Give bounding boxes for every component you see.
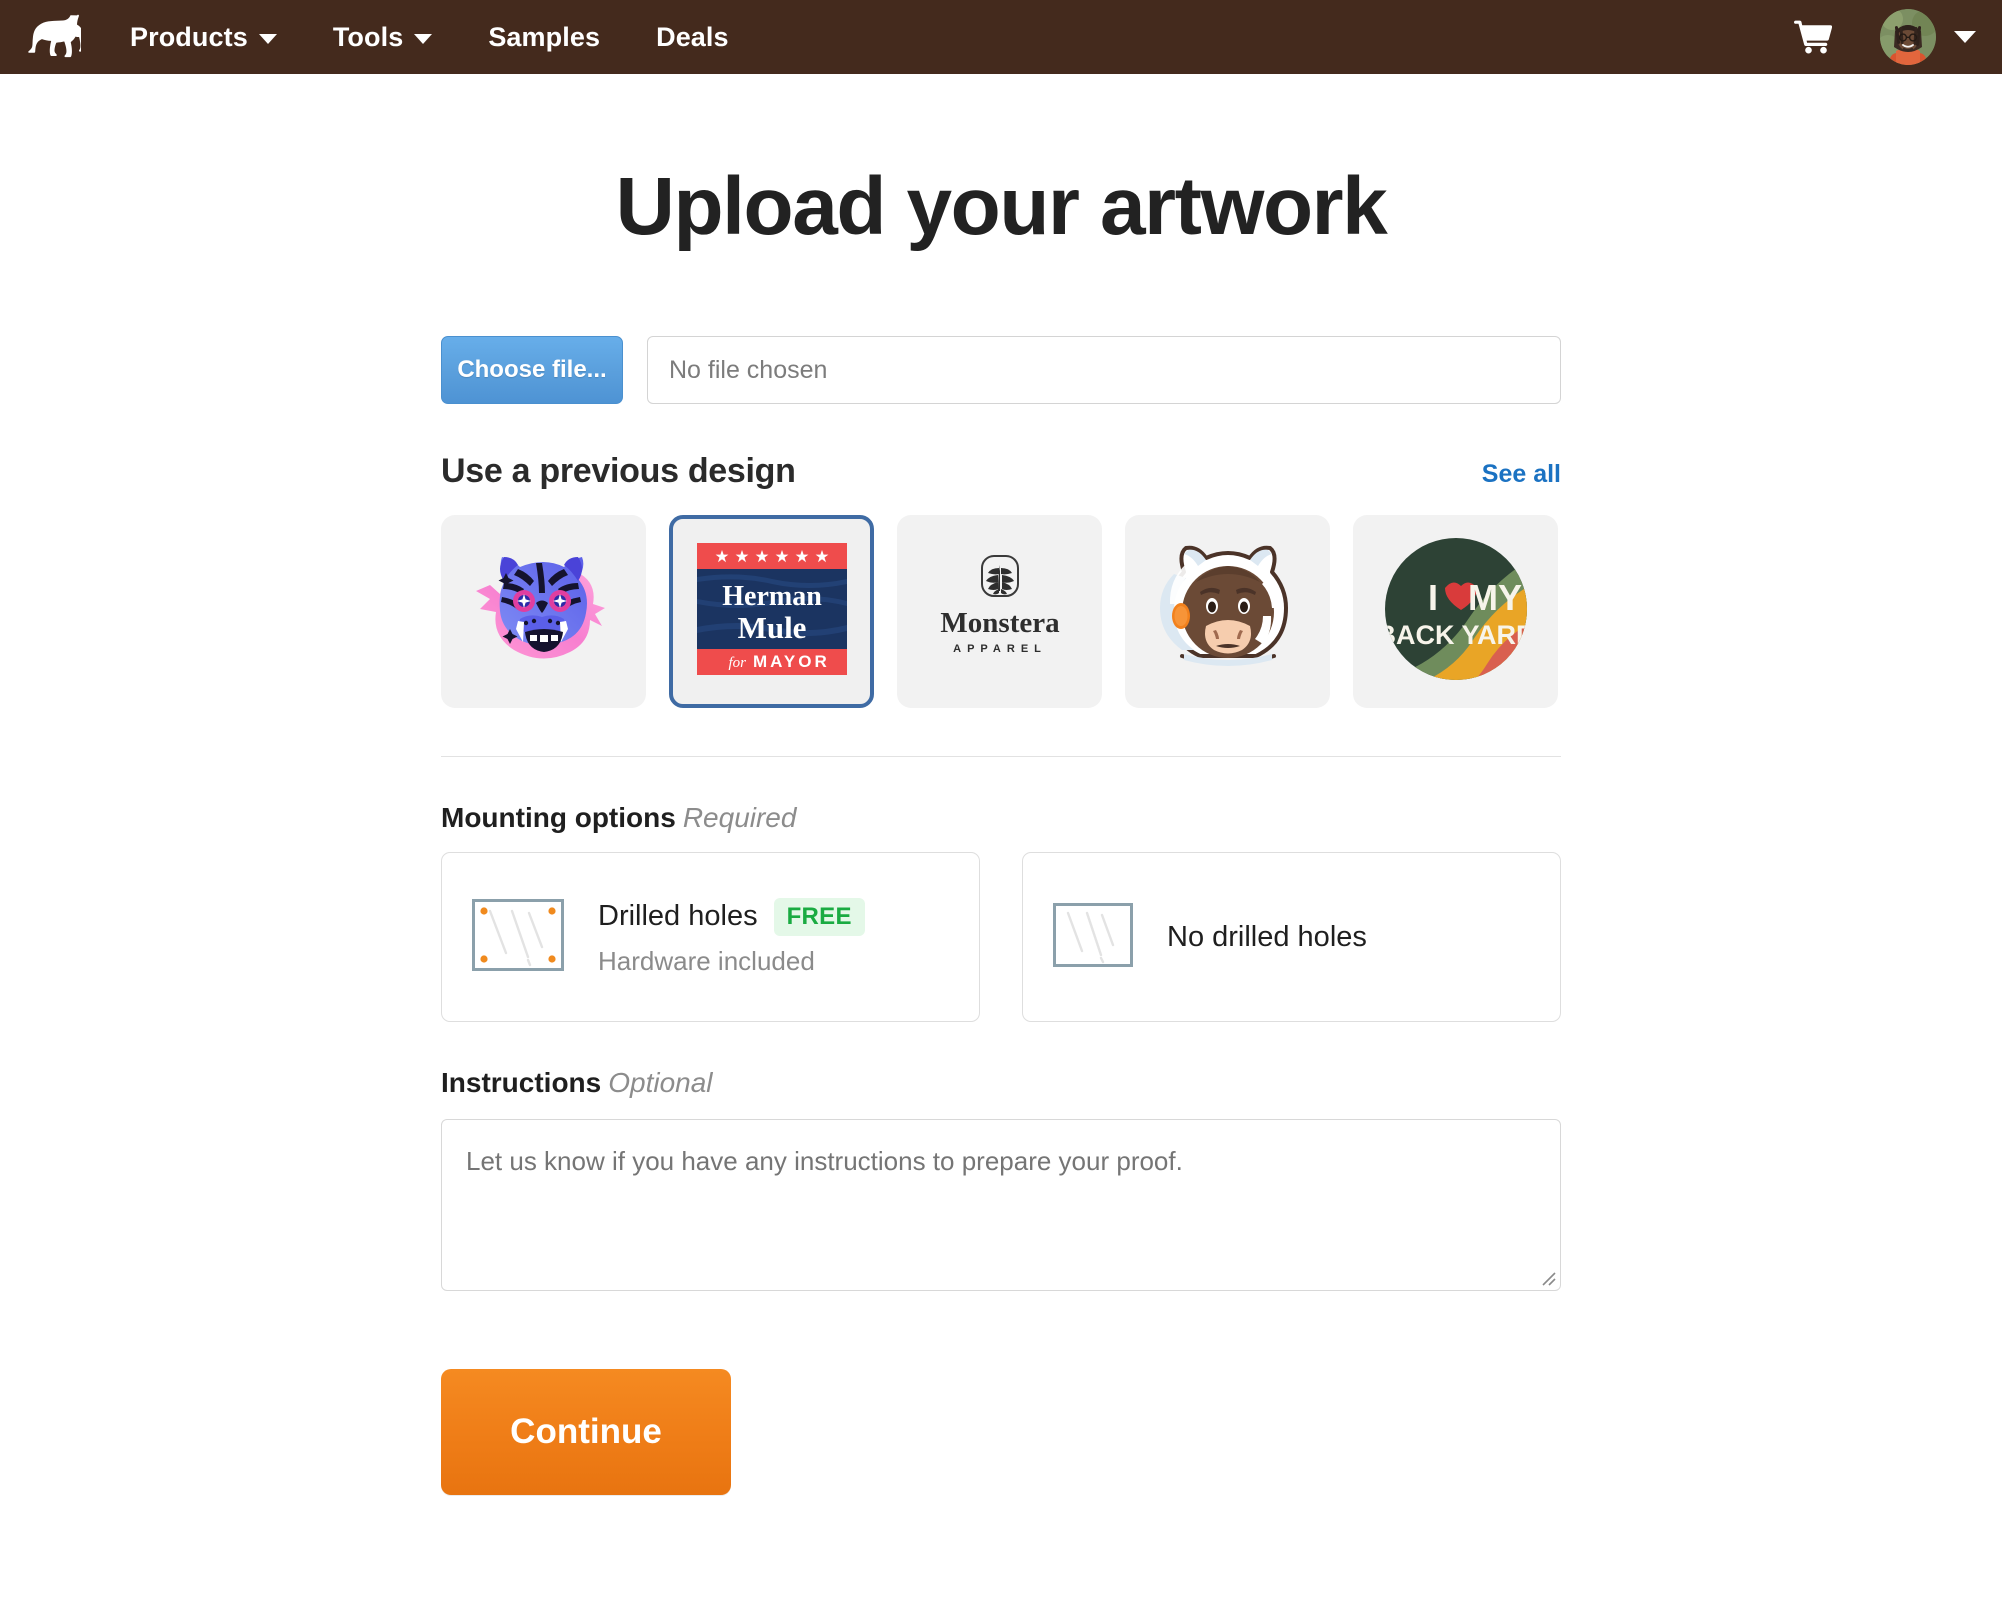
instructions-label-text: Instructions bbox=[441, 1067, 602, 1098]
herman-mule-line2: Mule bbox=[737, 610, 806, 645]
chevron-down-icon bbox=[414, 34, 433, 44]
i-love-my-backyard-sticker-icon: I MY BACK YARD bbox=[1383, 536, 1529, 687]
herman-mule-sign-icon: Herman Mule for MAYOR bbox=[696, 543, 847, 680]
instructions-input[interactable] bbox=[441, 1119, 1561, 1291]
upload-form: Choose file... No file chosen Use a prev… bbox=[441, 248, 1561, 1495]
previous-designs-list: Herman Mule for MAYOR Monstera APPAREL I… bbox=[441, 515, 1561, 708]
monstera-wordmark: Monstera bbox=[940, 607, 1060, 639]
nav-item-tools[interactable]: Tools bbox=[305, 22, 461, 53]
page-title: Upload your artwork bbox=[615, 161, 1388, 252]
backyard-line1: I bbox=[1427, 577, 1437, 618]
page-body: Upload your artwork Choose file... No fi… bbox=[0, 166, 2002, 1495]
sign-with-drilled-holes-icon bbox=[472, 898, 564, 976]
nav-item-tools-label: Tools bbox=[332, 21, 404, 52]
choose-file-button[interactable]: Choose file... bbox=[441, 336, 623, 404]
instructions-label: Instructions Optional bbox=[441, 1067, 1561, 1099]
instructions-requirement: Optional bbox=[608, 1067, 713, 1098]
drilled-holes-title-line: Drilled holes FREE bbox=[598, 897, 865, 936]
mounting-options-requirement: Required bbox=[682, 802, 797, 833]
free-badge: FREE bbox=[773, 897, 865, 936]
horse-logo-icon bbox=[25, 12, 87, 63]
nav-right-cluster bbox=[1794, 9, 1976, 65]
nav-item-products[interactable]: Products bbox=[102, 22, 305, 53]
mounting-options-label-text: Mounting options bbox=[441, 802, 676, 833]
backyard-line2: MY bbox=[1468, 577, 1522, 618]
nav-item-products-label: Products bbox=[130, 21, 248, 52]
herman-mule-line3-prefix: for bbox=[728, 655, 746, 671]
file-upload-row: Choose file... No file chosen bbox=[441, 336, 1561, 404]
instructions-field-wrap bbox=[441, 1119, 1561, 1291]
astronaut-mule-sticker-icon bbox=[1154, 538, 1302, 685]
previous-designs-header: Use a previous design See all bbox=[441, 452, 1561, 491]
design-thumb-i-love-my-backyard[interactable]: I MY BACK YARD bbox=[1353, 515, 1558, 708]
mounting-options-group: Drilled holes FREE Hardware included No … bbox=[441, 852, 1561, 1022]
drilled-holes-subtitle: Hardware included bbox=[598, 945, 815, 976]
design-thumb-tiger-sticker[interactable] bbox=[441, 515, 646, 708]
chevron-down-icon bbox=[258, 34, 277, 44]
section-divider bbox=[441, 756, 1561, 757]
no-drilled-holes-text-block: No drilled holes bbox=[1167, 921, 1367, 954]
design-thumb-herman-mule-sign[interactable]: Herman Mule for MAYOR bbox=[669, 515, 874, 708]
drilled-holes-title: Drilled holes bbox=[598, 900, 758, 932]
plain-sign-icon bbox=[1053, 902, 1133, 972]
design-thumb-astronaut-mule[interactable] bbox=[1125, 515, 1330, 708]
monstera-subwordmark: APPAREL bbox=[953, 643, 1047, 655]
previous-designs-title: Use a previous design bbox=[441, 452, 796, 490]
brand-home-link[interactable] bbox=[22, 11, 87, 63]
mounting-option-no-drilled-holes[interactable]: No drilled holes bbox=[1022, 852, 1561, 1022]
chosen-file-name[interactable]: No file chosen bbox=[647, 336, 1561, 404]
account-chevron-down-icon[interactable] bbox=[1954, 31, 1976, 43]
mounting-options-label: Mounting options Required bbox=[441, 802, 1561, 834]
drilled-holes-text-block: Drilled holes FREE Hardware included bbox=[598, 897, 865, 977]
nav-item-deals[interactable]: Deals bbox=[628, 22, 757, 53]
herman-mule-line1: Herman bbox=[722, 581, 822, 612]
design-thumb-monstera-apparel[interactable]: Monstera APPAREL bbox=[897, 515, 1102, 708]
see-all-link[interactable]: See all bbox=[1482, 460, 1561, 489]
nav-item-deals-label: Deals bbox=[656, 21, 729, 52]
shopping-cart-icon[interactable] bbox=[1794, 20, 1832, 54]
nav-item-samples-label: Samples bbox=[488, 21, 601, 52]
backyard-line3: BACK YARD bbox=[1383, 620, 1529, 650]
tiger-sticker-icon bbox=[468, 539, 620, 684]
avatar[interactable] bbox=[1880, 9, 1936, 65]
primary-nav-links: Products Tools Samples Deals bbox=[102, 22, 757, 53]
herman-mule-line3: MAYOR bbox=[753, 652, 830, 671]
monstera-apparel-logo-icon: Monstera APPAREL bbox=[925, 554, 1075, 669]
mounting-option-drilled-holes[interactable]: Drilled holes FREE Hardware included bbox=[441, 852, 980, 1022]
nav-item-samples[interactable]: Samples bbox=[460, 22, 628, 53]
top-navigation-bar: Products Tools Samples Deals bbox=[0, 0, 2002, 74]
no-drilled-holes-title: No drilled holes bbox=[1167, 920, 1367, 953]
continue-button[interactable]: Continue bbox=[441, 1369, 731, 1495]
